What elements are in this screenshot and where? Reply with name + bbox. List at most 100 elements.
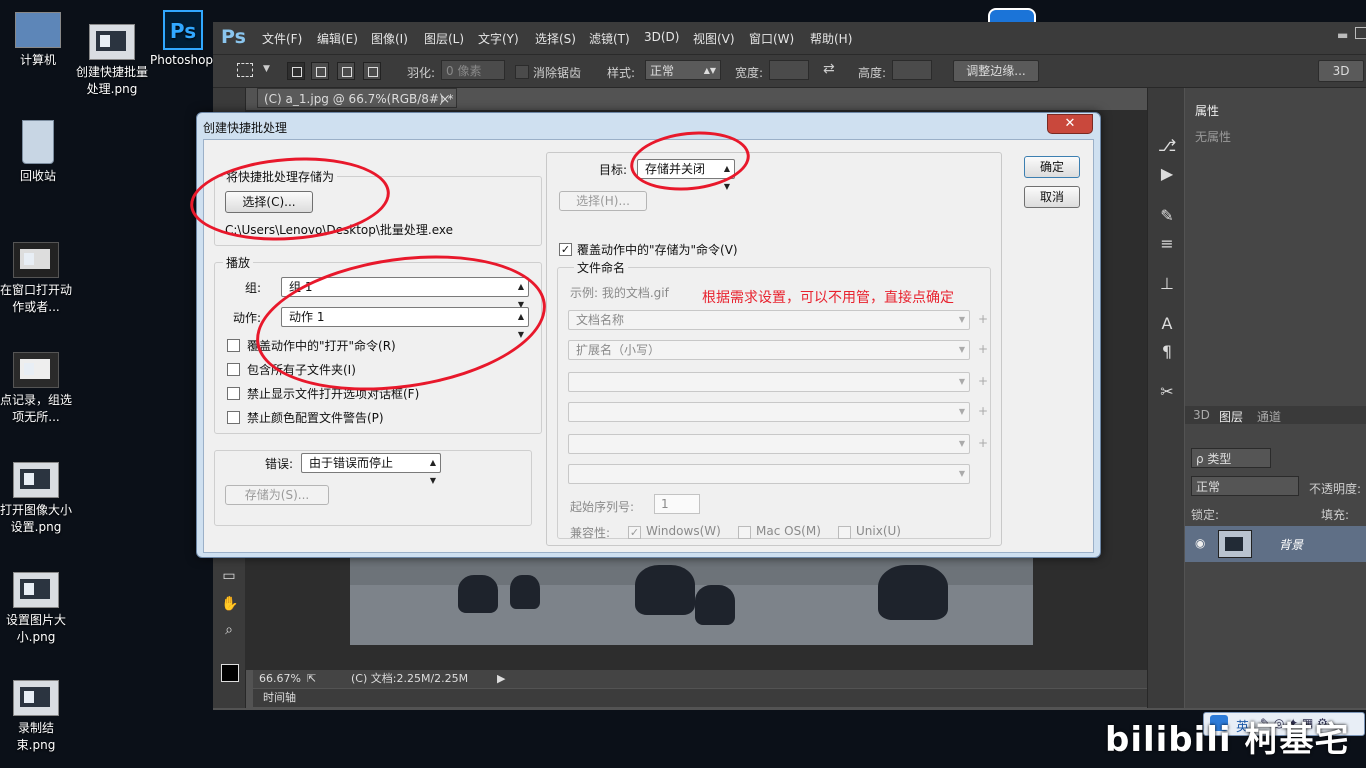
menu-select[interactable]: 选择(S) <box>535 30 576 47</box>
intersect-selection-icon[interactable] <box>363 62 381 80</box>
suppress-color-warnings-checkbox[interactable] <box>227 411 240 424</box>
feather-label: 羽化: <box>407 66 436 80</box>
naming-field-2[interactable]: 扩展名（小写） ▼ <box>568 340 970 360</box>
compat-mac-checkbox[interactable] <box>738 526 751 539</box>
menu-type[interactable]: 文字(Y) <box>478 30 519 47</box>
layer-thumbnail <box>1218 530 1252 558</box>
history-icon[interactable]: ⎇ <box>1158 136 1176 155</box>
menu-edit[interactable]: 编辑(E) <box>317 30 358 47</box>
document-image <box>350 545 1033 645</box>
close-icon[interactable]: ✕ <box>1047 114 1093 134</box>
naming-field-3[interactable]: ▼ <box>568 372 970 392</box>
layer-name[interactable]: 背景 <box>1279 536 1303 553</box>
zoom-level[interactable]: 66.67% <box>259 670 301 688</box>
menu-layer[interactable]: 图层(L) <box>424 30 464 47</box>
photoshop-logo: Ps <box>221 26 246 48</box>
add-field-2-icon[interactable]: + <box>978 342 988 356</box>
timeline-tab[interactable]: 时间轴 <box>263 691 296 704</box>
naming-field-1[interactable]: 文档名称 ▼ <box>568 310 970 330</box>
workspace-select[interactable]: 3D <box>1318 60 1364 82</box>
add-field-5-icon[interactable]: + <box>978 436 988 450</box>
desktop-icon-label: 在窗口打开动作或者... <box>0 283 73 314</box>
desktop-icon-open-image-size[interactable]: 打开图像大小设置.png <box>0 462 72 536</box>
eye-icon[interactable]: ◉ <box>1195 536 1205 550</box>
feather-input[interactable]: 0 像素 <box>441 60 505 80</box>
naming-field-2-value: 扩展名（小写） <box>576 343 661 357</box>
naming-field-6[interactable]: ▼ <box>568 464 970 484</box>
chevron-down-icon[interactable]: ▼ <box>263 64 270 74</box>
errors-save-as-button[interactable]: 存储为(S)... <box>225 485 329 505</box>
character-icon[interactable]: A <box>1158 314 1176 333</box>
refine-edge-button[interactable]: 调整边缘... <box>953 60 1039 82</box>
include-subfolders-checkbox[interactable] <box>227 363 240 376</box>
menu-filter[interactable]: 滤镜(T) <box>589 30 630 47</box>
desktop-icon-computer[interactable]: 计算机 <box>2 12 74 69</box>
blend-mode-select[interactable]: 正常 <box>1191 476 1299 496</box>
menu-help[interactable]: 帮助(H) <box>810 30 852 47</box>
timeline-panel[interactable]: 时间轴 <box>253 689 1147 707</box>
desktop-icon-record-end[interactable]: 录制结束.png <box>0 680 72 754</box>
style-select[interactable]: 正常 ▲▼ <box>645 60 721 80</box>
properties-empty: 无属性 <box>1195 130 1232 144</box>
tab-channels[interactable]: 通道 <box>1257 408 1281 425</box>
menu-3d[interactable]: 3D(D) <box>644 30 679 44</box>
tab-properties[interactable]: 属性 <box>1195 102 1219 119</box>
naming-field-4[interactable]: ▼ <box>568 402 970 422</box>
subtract-selection-icon[interactable] <box>337 62 355 80</box>
add-field-1-icon[interactable]: + <box>978 312 988 326</box>
override-open-checkbox[interactable] <box>227 339 240 352</box>
add-field-4-icon[interactable]: + <box>978 404 988 418</box>
desktop-icon-recycle-bin[interactable]: 回收站 <box>2 120 74 185</box>
hand-tool-icon[interactable]: ✋ <box>221 596 238 612</box>
stamp-icon[interactable]: ⊥ <box>1158 274 1176 293</box>
actions-play-icon[interactable]: ▶ <box>1158 164 1176 183</box>
ok-button[interactable]: 确定 <box>1024 156 1080 178</box>
computer-icon <box>15 12 61 48</box>
layer-row-background[interactable]: ◉ 背景 <box>1185 526 1366 562</box>
suppress-open-dialogs-checkbox[interactable] <box>227 387 240 400</box>
export-icon[interactable]: ⇱ <box>307 670 316 688</box>
add-field-3-icon[interactable]: + <box>978 374 988 388</box>
menu-view[interactable]: 视图(V) <box>693 30 735 47</box>
play-icon[interactable]: ▶ <box>497 670 505 688</box>
naming-field-5[interactable]: ▼ <box>568 434 970 454</box>
menu-file[interactable]: 文件(F) <box>262 30 302 47</box>
minimize-icon[interactable]: ▬ <box>1337 28 1348 42</box>
menu-window[interactable]: 窗口(W) <box>749 30 794 47</box>
compat-unix-checkbox[interactable] <box>838 526 851 539</box>
tab-3d[interactable]: 3D <box>1193 408 1210 422</box>
desktop-icon-record-point[interactable]: 点记录，组选项无所... <box>0 352 72 426</box>
brush-icon[interactable]: ✎ <box>1158 206 1176 225</box>
desktop-icon-set-image-size[interactable]: 设置图片大小.png <box>0 572 72 646</box>
document-tab[interactable]: (C) a_1.jpg @ 66.7%(RGB/8#) * × <box>257 88 457 108</box>
foreground-color-swatch[interactable] <box>221 664 239 682</box>
menu-image[interactable]: 图像(I) <box>371 30 408 47</box>
document-tab-title: (C) a_1.jpg @ 66.7%(RGB/8#) * <box>264 92 454 106</box>
height-input[interactable] <box>892 60 932 80</box>
start-serial-input[interactable]: 1 <box>654 494 700 514</box>
override-save-as-checkbox[interactable]: ✓ <box>559 243 572 256</box>
width-input[interactable] <box>769 60 809 80</box>
add-selection-icon[interactable] <box>311 62 329 80</box>
desktop-icon-photoshop[interactable]: Ps Photoshop - 快捷方式 <box>150 10 216 69</box>
marquee-tool-icon[interactable] <box>237 63 253 77</box>
antialias-checkbox[interactable] <box>515 65 529 79</box>
destination-choose-button[interactable]: 选择(H)... <box>559 191 647 211</box>
paragraph-icon[interactable]: ¶ <box>1158 342 1176 361</box>
adjust-icon[interactable]: ≡ <box>1158 234 1176 253</box>
tools-preset-icon[interactable]: ✂ <box>1158 382 1176 401</box>
menu-bar: Ps 文件(F) 编辑(E) 图像(I) 图层(L) 文字(Y) 选择(S) 滤… <box>213 22 1366 55</box>
desktop-icon-create-batch[interactable]: 创建快捷批量处理.png <box>76 24 148 98</box>
layer-filter-select[interactable]: ρ 类型 <box>1191 448 1271 468</box>
desktop-icon-open-in-window[interactable]: 在窗口打开动作或者... <box>0 242 72 316</box>
zoom-tool-icon[interactable]: ⌕ <box>221 622 237 638</box>
restore-icon[interactable] <box>1355 27 1366 39</box>
new-selection-icon[interactable] <box>287 62 305 80</box>
close-icon[interactable]: × <box>440 89 450 109</box>
errors-select[interactable]: 由于错误而停止 ▲ ▼ <box>301 453 441 485</box>
compat-windows-checkbox[interactable]: ✓ <box>628 526 641 539</box>
tab-layers[interactable]: 图层 <box>1219 408 1243 425</box>
swap-arrows-icon[interactable]: ⇄ <box>823 61 835 77</box>
cancel-button[interactable]: 取消 <box>1024 186 1080 208</box>
rectangle-tool-icon[interactable]: ▭ <box>221 568 237 584</box>
